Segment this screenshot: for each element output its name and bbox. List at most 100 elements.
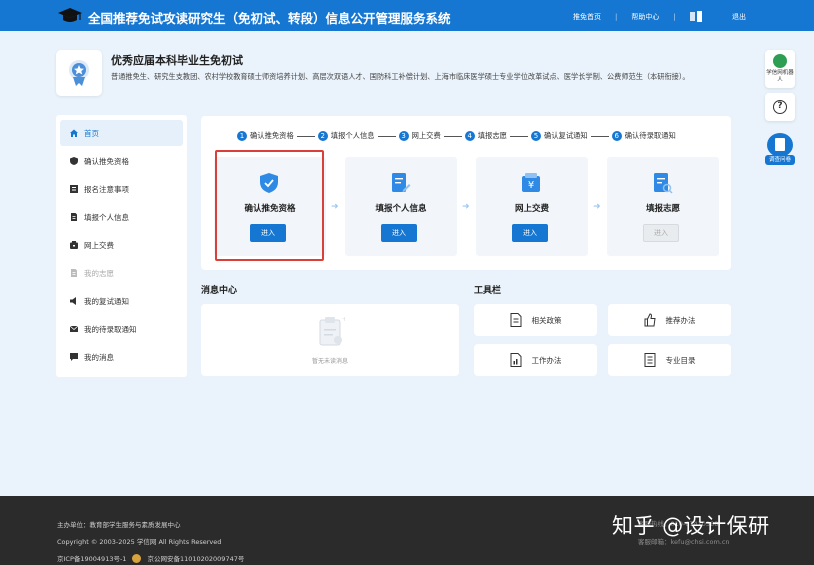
- svg-text:¥: ¥: [528, 180, 534, 191]
- sidebar-item-label: 报名注意事项: [84, 184, 129, 194]
- form-edit-icon: [392, 173, 411, 192]
- sidebar-item-admission-notice[interactable]: 我的待录取通知: [60, 316, 183, 342]
- tool-policies[interactable]: 相关政策: [474, 304, 597, 336]
- sidebar-item-personal-info[interactable]: 填报个人信息: [60, 204, 183, 230]
- graduation-cap-icon: [58, 8, 82, 22]
- step-progress-bar: 1 确认推免资格 2 填报个人信息 3 网上交费 4 填报志愿 5 确认复试通知…: [237, 131, 676, 141]
- empty-message-text: 暂无未读消息: [311, 358, 348, 365]
- step-card-label: 网上交费: [514, 204, 549, 214]
- nav-separator: |: [673, 12, 676, 21]
- step-label: 确认推免资格: [250, 131, 294, 140]
- step-label: 填报志愿: [477, 131, 507, 140]
- arrow-right-icon: ➜: [593, 202, 601, 212]
- program-title: 优秀应届本科毕业生免初试: [111, 54, 243, 67]
- tool-label: 相关政策: [531, 315, 562, 325]
- step-number: 5: [530, 131, 541, 141]
- footer-copyright: Copyright © 2003-2025 学信网 All Rights Res…: [57, 538, 222, 546]
- catalog-list-icon: [644, 353, 655, 367]
- survey-label: 调查问卷: [765, 155, 795, 165]
- message-center-title: 消息中心: [201, 286, 238, 296]
- program-header: 优秀应届本科毕业生免初试 普通推免生、研究生支教团、农村学校教育硕士师资培养计划…: [56, 48, 746, 100]
- robot-icon: [773, 54, 787, 68]
- sidebar-item-label: 确认推免资格: [84, 156, 129, 166]
- home-icon: [70, 129, 78, 137]
- sidebar-item-label: 我的消息: [84, 352, 114, 362]
- nav-separator: .: [715, 12, 718, 21]
- step-connector: [377, 135, 396, 137]
- sidebar-item-label: 首页: [84, 128, 99, 138]
- highlight-box: [215, 150, 324, 261]
- step-number: 6: [611, 131, 622, 141]
- watermark: 知乎 @设计保研: [612, 514, 770, 538]
- nav-home-link[interactable]: 推免首页: [573, 12, 601, 22]
- empty-clipboard-icon: +: [319, 316, 345, 346]
- sidebar-item-label: 网上交费: [84, 240, 114, 250]
- footer-police-link[interactable]: 京公网安备11010202009747号: [147, 553, 244, 563]
- step-number: 3: [398, 131, 409, 141]
- tool-label: 推荐办法: [665, 315, 696, 325]
- document-icon: [71, 213, 77, 221]
- document-icon: [71, 269, 77, 277]
- step-card-choices: 填报志愿 进入: [607, 157, 719, 256]
- sidebar-item-payment[interactable]: 网上交费: [60, 232, 183, 258]
- survey-button[interactable]: 调查问卷: [765, 133, 795, 165]
- sidebar-item-confirm-eligibility[interactable]: 确认推免资格: [60, 148, 183, 174]
- medal-icon: [69, 60, 89, 86]
- question-icon: ?: [773, 100, 787, 114]
- tool-recommend-method[interactable]: 推荐办法: [608, 304, 731, 336]
- step-card-label: 填报个人信息: [375, 204, 427, 214]
- top-bar: 全国推荐免试攻读研究生（免初试、转段）信息公开管理服务系统 推免首页 | 帮助中…: [0, 0, 814, 31]
- footer-icp-link[interactable]: 京ICP备19004913号-1: [57, 553, 126, 563]
- step-label: 确认复试通知: [543, 131, 588, 140]
- footer-registration: 京ICP备19004913号-1 京公网安备11010202009747号: [57, 553, 244, 563]
- sidebar-item-messages[interactable]: 我的消息: [60, 344, 183, 370]
- police-emblem-icon: [132, 553, 142, 563]
- tool-label: 专业目录: [665, 355, 696, 365]
- form-search-icon: [654, 173, 673, 194]
- message-center-panel: + 暂无未读消息: [201, 304, 459, 376]
- footer-host: 主办单位：教育部学生服务与素质发展中心: [57, 521, 181, 529]
- robot-label: 学信网机器人: [766, 70, 794, 83]
- step-number: 4: [464, 131, 475, 141]
- step-card-payment: ¥ 网上交费 进入: [476, 157, 588, 256]
- list-icon: [70, 185, 78, 193]
- mail-icon: [70, 325, 78, 332]
- step-card-label: 填报志愿: [645, 204, 680, 214]
- document-chart-icon: [510, 353, 521, 367]
- nav-help-link[interactable]: 帮助中心: [631, 12, 659, 22]
- step-number: 2: [317, 131, 328, 141]
- enter-button-disabled[interactable]: 进入: [643, 224, 679, 242]
- step-connector: [296, 135, 315, 137]
- sidebar-item-label: 我的待录取通知: [84, 324, 137, 334]
- enter-button[interactable]: 进入: [381, 224, 417, 242]
- sidebar: 首页 确认推免资格 报名注意事项 填报个人信息 网上交费 我的志愿 我的复试通知…: [56, 115, 187, 377]
- shield-icon: [70, 157, 78, 165]
- sidebar-item-label: 我的复试通知: [84, 296, 129, 306]
- step-number: 1: [237, 131, 247, 141]
- arrow-right-icon: ➜: [331, 202, 339, 212]
- tool-major-catalog[interactable]: 专业目录: [608, 344, 731, 376]
- tool-work-method[interactable]: 工作办法: [474, 344, 597, 376]
- thumbs-up-icon: [644, 313, 656, 327]
- program-description: 普通推免生、研究生支教团、农村学校教育硕士师资培养计划、高层次双语人才、国防科工…: [111, 72, 690, 81]
- sidebar-item-my-choices[interactable]: 我的志愿: [60, 260, 183, 286]
- user-info-redacted[interactable]: [689, 11, 702, 22]
- sidebar-item-retest-notice[interactable]: 我的复试通知: [60, 288, 183, 314]
- tool-label: 工作办法: [531, 355, 562, 365]
- help-button[interactable]: ?: [765, 93, 795, 121]
- sidebar-item-notices[interactable]: 报名注意事项: [60, 176, 183, 202]
- step-label: 填报个人信息: [330, 131, 375, 140]
- step-connector: [590, 135, 609, 137]
- survey-doc-icon: [767, 133, 793, 157]
- toolbar-title: 工具栏: [474, 286, 502, 296]
- nav-exit-link[interactable]: 退出: [732, 12, 746, 22]
- sidebar-item-label: 填报个人信息: [84, 212, 129, 222]
- step-card-personal-info: 填报个人信息 进入: [345, 157, 457, 256]
- top-nav: 推免首页 | 帮助中心 | . 退出: [573, 11, 746, 22]
- step-connector: [443, 135, 462, 137]
- enter-button[interactable]: 进入: [512, 224, 548, 242]
- nav-separator: |: [615, 12, 618, 21]
- svg-text:+: +: [342, 316, 345, 323]
- sidebar-item-home[interactable]: 首页: [60, 120, 183, 146]
- robot-assistant-button[interactable]: 学信网机器人: [765, 50, 795, 88]
